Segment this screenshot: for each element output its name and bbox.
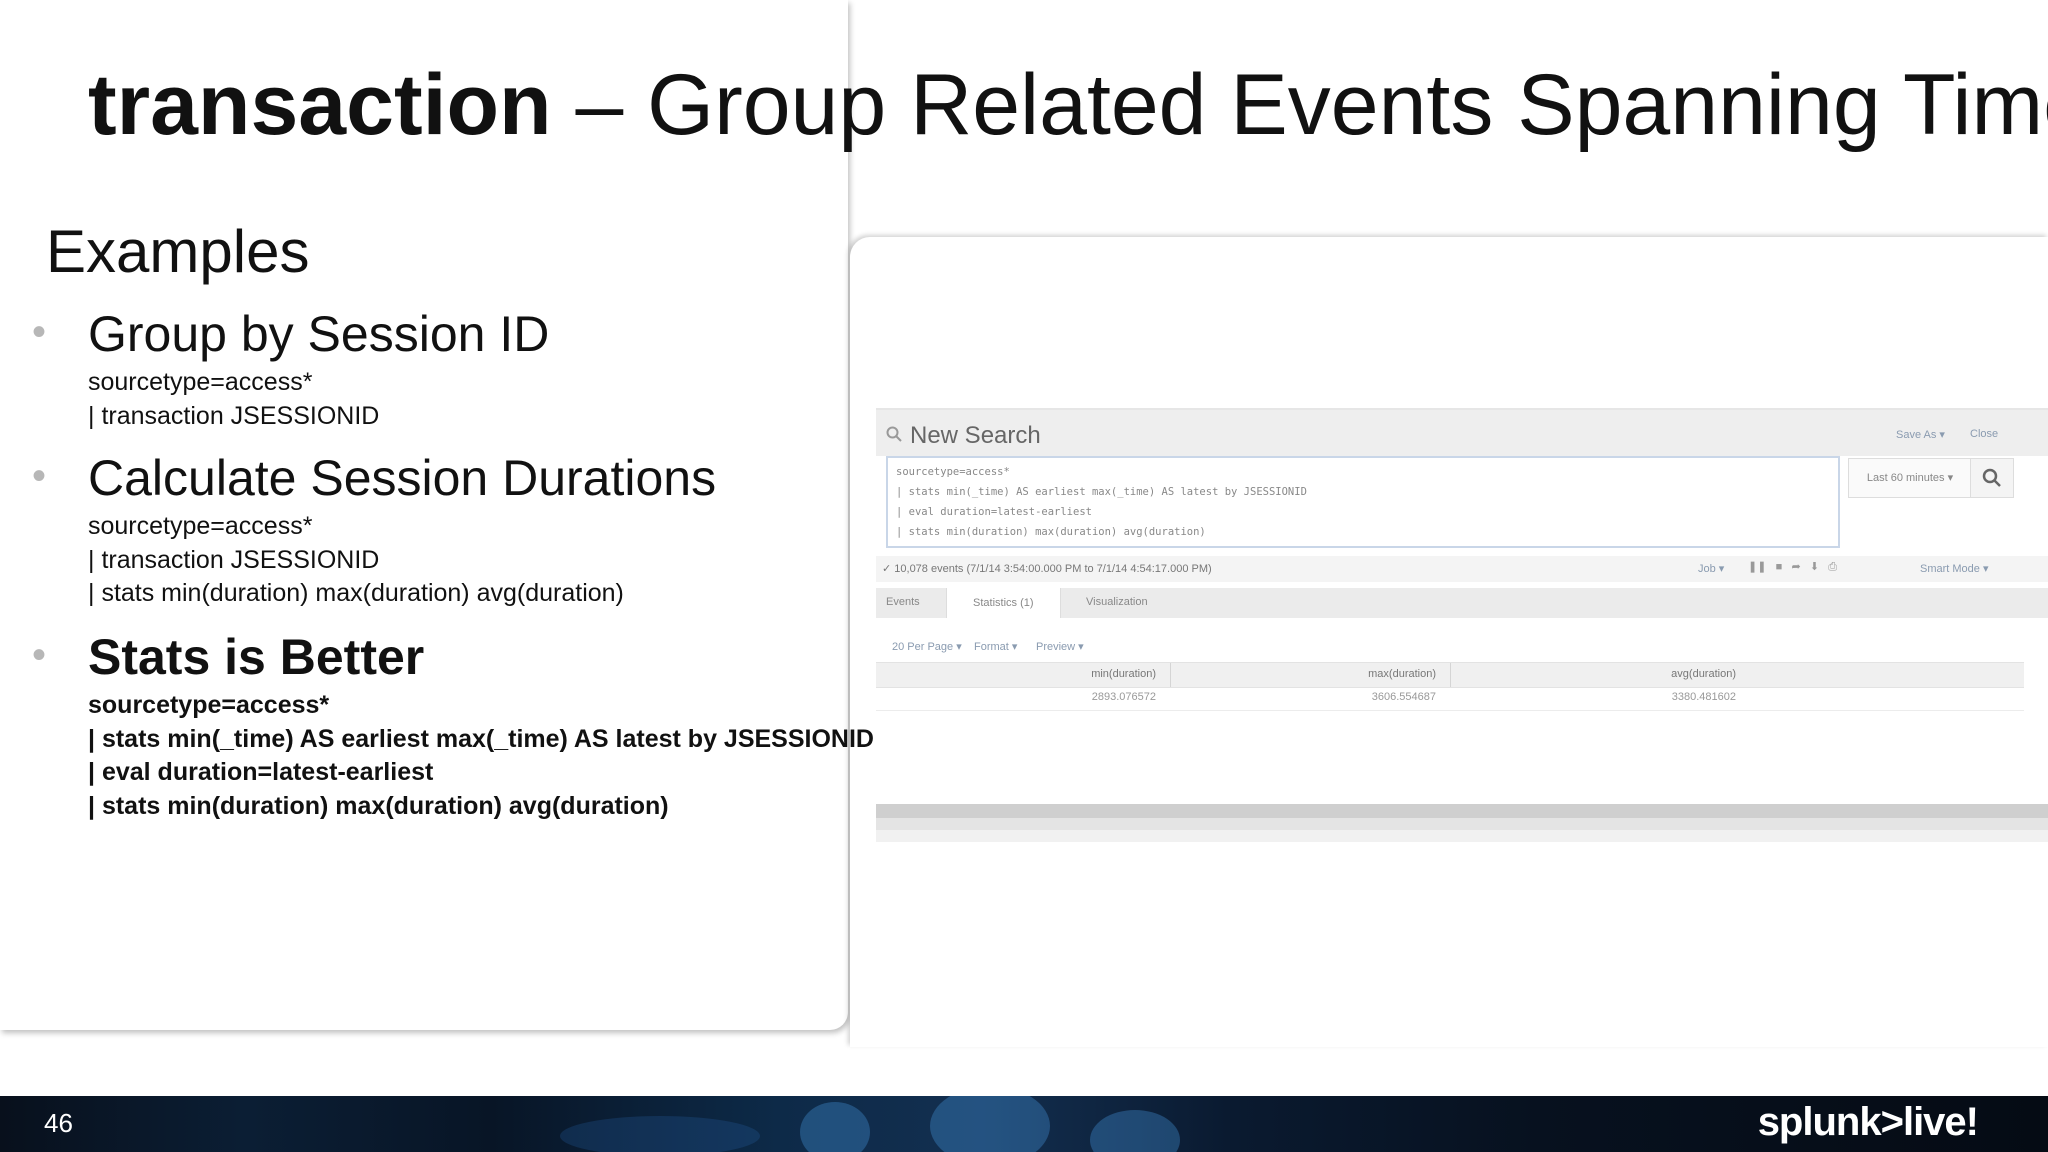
example-code: sourcetype=access* | stats min(_time) AS… xyxy=(88,689,874,823)
footer-decoration xyxy=(1090,1110,1180,1152)
time-range-picker[interactable]: Last 60 minutes ▾ xyxy=(1848,458,1972,498)
footer-decoration xyxy=(560,1116,760,1152)
table-cell: 3380.481602 xyxy=(1671,691,1736,703)
stop-icon[interactable]: ■ xyxy=(1776,561,1783,573)
search-header: New Search Save As ▾ Close xyxy=(876,410,2048,456)
example-heading: Stats is Better xyxy=(88,629,425,685)
table-row: 2893.076572 3606.554687 3380.481602 xyxy=(876,686,2024,711)
job-menu[interactable]: Job ▾ xyxy=(1698,562,1724,575)
code-line: sourcetype=access* xyxy=(88,368,313,396)
column-header[interactable]: avg(duration) xyxy=(1656,668,1736,680)
job-controls[interactable]: ❚❚ ■ ➦ ⬇ ⎙ xyxy=(1748,560,1837,574)
code-line: | transaction JSESSIONID xyxy=(88,401,380,430)
table-cell: 2893.076572 xyxy=(1091,691,1156,703)
event-count-status: ✓ 10,078 events (7/1/14 3:54:00.000 PM t… xyxy=(882,563,1212,575)
results-table-header: min(duration) max(duration) avg(duration… xyxy=(876,662,2024,688)
code-line: sourcetype=access* xyxy=(88,512,313,540)
search-button[interactable] xyxy=(1970,458,2014,498)
code-line: | stats min(duration) max(duration) avg(… xyxy=(88,791,669,820)
search-icon xyxy=(1982,468,2001,487)
results-tabs: Events Statistics (1) Visualization xyxy=(876,588,2048,618)
table-cell: 3606.554687 xyxy=(1371,691,1436,703)
share-icon[interactable]: ➦ xyxy=(1791,561,1800,573)
splunk-search-screenshot: New Search Save As ▾ Close sourcetype=ac… xyxy=(876,408,2048,804)
query-line: | stats min(_time) AS earliest max(_time… xyxy=(896,486,1307,498)
footer-banner: 46 splunk>live! xyxy=(0,1096,2048,1152)
title-command: transaction xyxy=(88,57,552,153)
query-line: | eval duration=latest-earliest xyxy=(896,506,1092,518)
pause-icon[interactable]: ❚❚ xyxy=(1748,561,1766,573)
search-query-input[interactable]: sourcetype=access* | stats min(_time) AS… xyxy=(886,456,1840,548)
splunk-live-logo: splunk>live! xyxy=(1757,1100,1979,1144)
example-heading: Group by Session ID xyxy=(88,306,550,362)
query-line: sourcetype=access* xyxy=(896,466,1010,478)
code-line: | transaction JSESSIONID xyxy=(88,545,380,574)
bullet-icon: • xyxy=(32,633,47,677)
search-status-bar: ✓ 10,078 events (7/1/14 3:54:00.000 PM t… xyxy=(876,556,2048,582)
code-line: | eval duration=latest-earliest xyxy=(88,758,434,786)
per-page-menu[interactable]: 20 Per Page ▾ xyxy=(892,640,962,653)
code-line: | stats min(duration) max(duration) avg(… xyxy=(88,579,624,607)
bullet-icon: • xyxy=(32,454,47,498)
query-line: | stats min(duration) max(duration) avg(… xyxy=(896,526,1206,538)
search-title: New Search xyxy=(910,422,1041,449)
example-code: sourcetype=access* | transaction JSESSIO… xyxy=(88,510,624,611)
results-options: 20 Per Page ▾ Format ▾ Preview ▾ xyxy=(876,632,2048,662)
print-icon[interactable]: ⎙ xyxy=(1828,561,1837,573)
format-menu[interactable]: Format ▾ xyxy=(974,640,1017,653)
column-divider xyxy=(1170,663,1171,687)
footer-decoration xyxy=(800,1102,870,1152)
example-heading: Calculate Session Durations xyxy=(88,450,717,506)
search-icon xyxy=(886,426,902,442)
title-description: – Group Related Events Spanning Time xyxy=(551,57,2048,153)
code-line: | stats min(_time) AS earliest max(_time… xyxy=(88,724,874,753)
bullet-icon: • xyxy=(32,310,47,354)
slide-title: transaction – Group Related Events Spann… xyxy=(88,50,2048,160)
save-as-menu[interactable]: Save As ▾ xyxy=(1896,428,1945,441)
page-number: 46 xyxy=(44,1108,73,1138)
preview-menu[interactable]: Preview ▾ xyxy=(1036,640,1084,653)
footer-decoration xyxy=(930,1096,1050,1152)
example-code: sourcetype=access* | transaction JSESSIO… xyxy=(88,366,379,433)
examples-label: Examples xyxy=(46,218,310,285)
column-header[interactable]: max(duration) xyxy=(1356,668,1436,680)
export-icon[interactable]: ⬇ xyxy=(1810,561,1819,573)
tab-visualization[interactable]: Visualization xyxy=(1086,596,1148,608)
tab-events[interactable]: Events xyxy=(886,596,920,608)
close-link[interactable]: Close xyxy=(1970,428,1998,440)
column-header[interactable]: min(duration) xyxy=(1076,668,1156,680)
column-divider xyxy=(1450,663,1451,687)
tab-statistics[interactable]: Statistics (1) xyxy=(946,588,1061,618)
search-mode-menu[interactable]: Smart Mode ▾ xyxy=(1920,562,1989,575)
code-line: sourcetype=access* xyxy=(88,691,330,719)
